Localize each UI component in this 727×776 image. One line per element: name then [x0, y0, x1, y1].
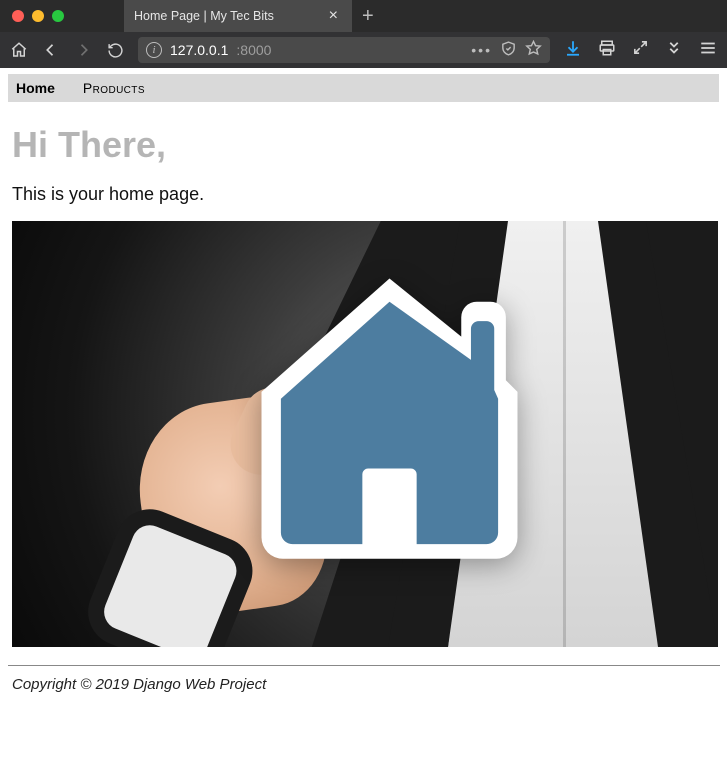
print-icon[interactable] — [598, 39, 616, 62]
reload-button[interactable] — [106, 41, 124, 59]
page-content: Hi There, This is your home page. — [8, 124, 719, 647]
hero-image — [12, 221, 718, 647]
nav-home[interactable]: Home — [16, 80, 55, 96]
page-heading: Hi There, — [12, 124, 717, 166]
forward-button[interactable] — [74, 41, 92, 59]
site-info-icon[interactable]: i — [146, 42, 162, 58]
new-tab-button[interactable]: + — [352, 5, 384, 28]
site-nav: Home Products — [8, 74, 719, 102]
browser-chrome: Home Page | My Tec Bits × + i 127.0.0.1:… — [0, 0, 727, 68]
home-icon[interactable] — [10, 41, 28, 59]
toolbar-right — [564, 39, 717, 62]
house-icon — [222, 261, 557, 581]
overflow-icon[interactable] — [665, 39, 683, 62]
window-controls — [12, 10, 64, 22]
back-button[interactable] — [42, 41, 60, 59]
tab-title: Home Page | My Tec Bits — [134, 9, 325, 23]
footer-divider — [8, 665, 720, 666]
downloads-icon[interactable] — [564, 39, 582, 62]
minimize-window-button[interactable] — [32, 10, 44, 22]
maximize-window-button[interactable] — [52, 10, 64, 22]
page-subtext: This is your home page. — [12, 184, 717, 205]
url-host: 127.0.0.1 — [170, 42, 228, 58]
reader-shield-icon[interactable] — [500, 40, 517, 60]
tab-bar: Home Page | My Tec Bits × + — [0, 0, 727, 32]
close-window-button[interactable] — [12, 10, 24, 22]
bookmark-star-icon[interactable] — [525, 40, 542, 60]
nav-toolbar: i 127.0.0.1 :8000 ••• — [0, 32, 727, 68]
url-port: :8000 — [236, 42, 271, 58]
nav-products[interactable]: Products — [83, 80, 145, 96]
footer-text: Copyright © 2019 Django Web Project — [8, 674, 719, 701]
page-actions-icon[interactable]: ••• — [471, 42, 492, 58]
address-bar[interactable]: i 127.0.0.1 :8000 ••• — [138, 37, 550, 63]
close-tab-button[interactable]: × — [325, 8, 342, 24]
fullscreen-icon[interactable] — [632, 39, 649, 61]
browser-tab[interactable]: Home Page | My Tec Bits × — [124, 0, 352, 32]
page-viewport: Home Products Hi There, This is your hom… — [0, 68, 727, 705]
menu-icon[interactable] — [699, 39, 717, 62]
